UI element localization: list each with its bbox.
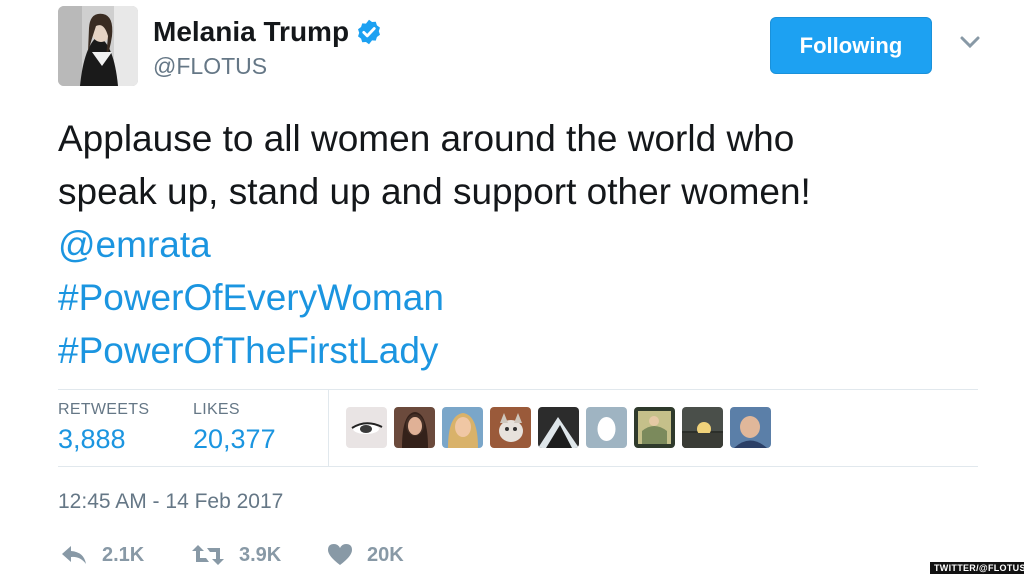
like-button[interactable]: 20K	[327, 543, 404, 567]
retweets-label: RETWEETS	[58, 401, 150, 418]
retweet-count: 3.9K	[239, 543, 282, 566]
reply-count: 2.1K	[102, 543, 145, 566]
following-button[interactable]: Following	[770, 17, 932, 74]
verified-badge-icon	[358, 19, 381, 45]
tweet-text-line: speak up, stand up and support other wom…	[58, 171, 811, 212]
liker-avatars	[346, 407, 771, 448]
like-count: 20K	[367, 543, 404, 566]
liker-avatar[interactable]	[394, 407, 435, 448]
image-credit: TWITTER/@FLOTUS	[930, 562, 1024, 574]
tweet-timestamp[interactable]: 12:45 AM - 14 Feb 2017	[58, 490, 283, 514]
chevron-down-icon[interactable]	[959, 34, 981, 50]
liker-avatar[interactable]	[730, 407, 771, 448]
author-avatar[interactable]	[58, 6, 138, 86]
liker-avatar[interactable]	[442, 407, 483, 448]
reply-icon	[62, 546, 86, 564]
retweet-icon	[192, 545, 224, 565]
liker-avatar[interactable]	[634, 407, 675, 448]
author-name[interactable]: Melania Trump	[153, 16, 383, 48]
hashtag-link[interactable]: #PowerOfTheFirstLady	[58, 324, 988, 377]
divider	[58, 389, 978, 390]
heart-icon	[328, 544, 352, 565]
default-egg-avatar[interactable]	[586, 407, 627, 448]
tweet-text: Applause to all women around the world w…	[58, 112, 988, 377]
liker-avatar[interactable]	[682, 407, 723, 448]
divider	[58, 466, 978, 467]
author-handle[interactable]: @FLOTUS	[153, 53, 267, 80]
likes-label: LIKES	[193, 401, 240, 418]
tweet-text-line: Applause to all women around the world w…	[58, 118, 795, 159]
hashtag-link[interactable]: #PowerOfEveryWoman	[58, 271, 988, 324]
retweet-button[interactable]: 3.9K	[191, 543, 281, 567]
likes-count[interactable]: 20,377	[193, 424, 276, 455]
retweets-count[interactable]: 3,888	[58, 424, 126, 455]
liker-avatar[interactable]	[538, 407, 579, 448]
liker-avatar[interactable]	[346, 407, 387, 448]
liker-avatar[interactable]	[490, 407, 531, 448]
author-name-text[interactable]: Melania Trump	[153, 16, 349, 48]
reply-button[interactable]: 2.1K	[60, 543, 144, 567]
divider	[328, 390, 329, 466]
mention-link[interactable]: @emrata	[58, 218, 988, 271]
